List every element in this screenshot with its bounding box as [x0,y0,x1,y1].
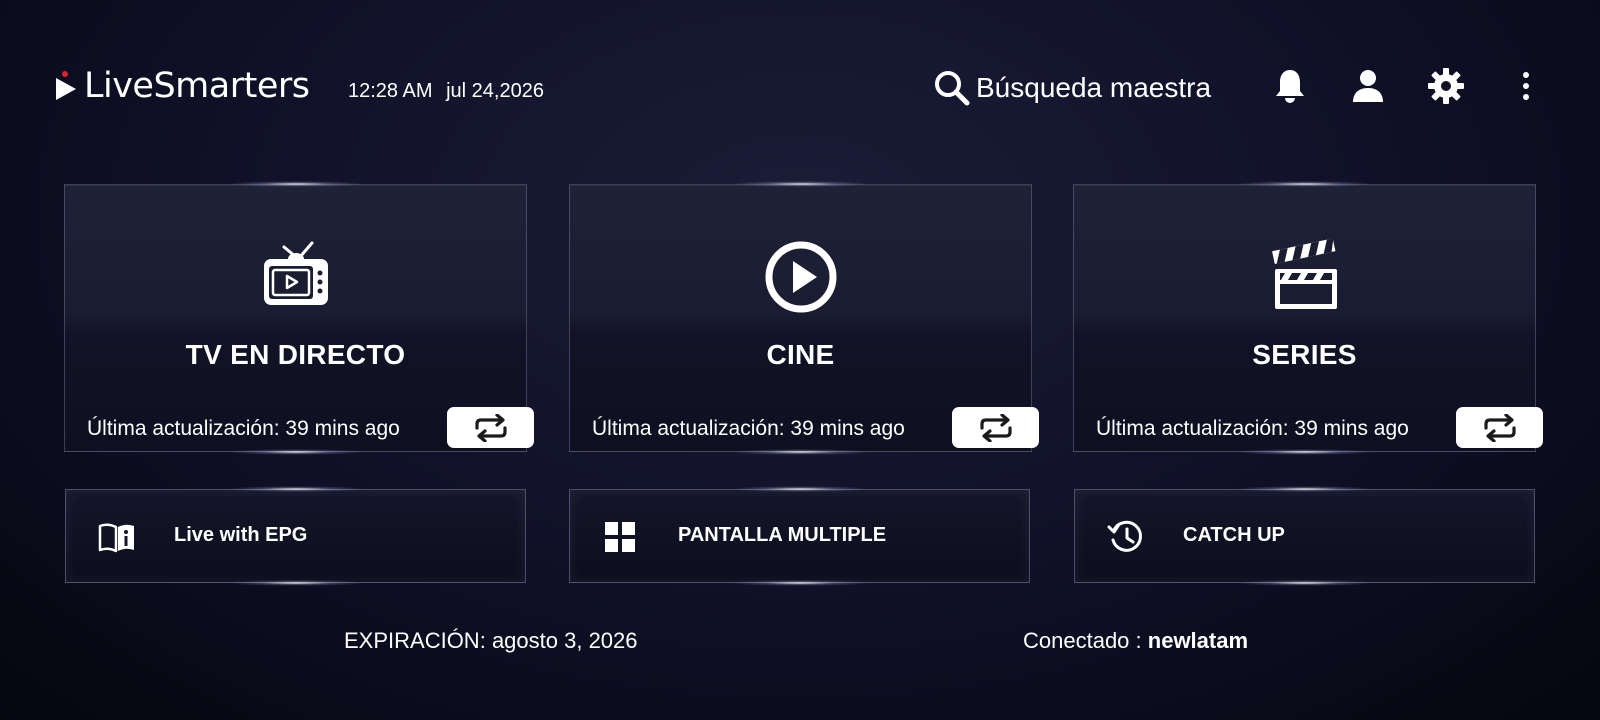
expiration-label: EXPIRACIÓN: [344,628,486,653]
book-info-icon [98,518,136,556]
refresh-button[interactable] [952,407,1039,448]
logo-play-icon [54,70,78,102]
last-update-text: Última actualización: 39 mins ago [592,417,905,440]
card-live-tv[interactable]: TV EN DIRECTO Última actualización: 39 m… [64,181,534,455]
last-update-text: Última actualización: 39 mins ago [87,417,400,440]
card-series[interactable]: SERIES Última actualización: 39 mins ago [1073,181,1543,455]
search-icon [932,68,972,108]
catch-up-button[interactable]: CATCH UP [1074,486,1535,586]
app-logo: LiveSmarters [54,64,310,108]
card-title: TV EN DIRECTO [185,339,406,370]
play-circle-icon [761,237,841,317]
live-with-epg-button[interactable]: Live with EPG [65,486,526,586]
current-time: 12:28 AM [348,80,433,102]
expiration-info: EXPIRACIÓN: agosto 3, 2026 [344,628,638,654]
small-card-label: CATCH UP [1183,524,1285,546]
search-label: Búsqueda maestra [976,72,1212,103]
card-title: SERIES [1252,339,1357,370]
more-vertical-icon[interactable] [1506,66,1546,106]
refresh-button[interactable] [1456,407,1543,448]
expiration-date: agosto 3, 2026 [491,628,638,653]
bell-icon[interactable] [1270,66,1310,106]
date-time: 12:28 AM jul 24,2026 [348,80,544,103]
connection-info: Conectado : newlatam [1023,628,1248,654]
user-icon[interactable] [1348,66,1388,106]
clapperboard-icon [1265,237,1345,317]
connected-label: Conectado : [1023,628,1142,653]
grid-icon [602,518,640,556]
master-search-button[interactable]: Búsqueda maestra [932,68,1211,108]
current-date: jul 24,2026 [446,80,544,102]
card-movies[interactable]: CINE Última actualización: 39 mins ago [569,181,1039,455]
tv-icon [256,237,336,317]
gear-icon[interactable] [1426,66,1466,106]
refresh-icon [978,413,1014,442]
small-card-label: Live with EPG [174,524,308,546]
last-update-text: Última actualización: 39 mins ago [1096,417,1409,440]
multi-screen-button[interactable]: PANTALLA MULTIPLE [569,486,1030,586]
top-bar: LiveSmarters 12:28 AM jul 24,2026 Búsque… [0,0,1600,170]
card-title: CINE [766,339,835,370]
small-card-label: PANTALLA MULTIPLE [678,524,887,546]
logo-text: LiveSmarters [84,66,310,106]
refresh-button[interactable] [447,407,534,448]
connected-user: newlatam [1147,628,1249,653]
refresh-icon [473,413,509,442]
refresh-icon [1482,413,1518,442]
history-icon [1107,518,1145,556]
